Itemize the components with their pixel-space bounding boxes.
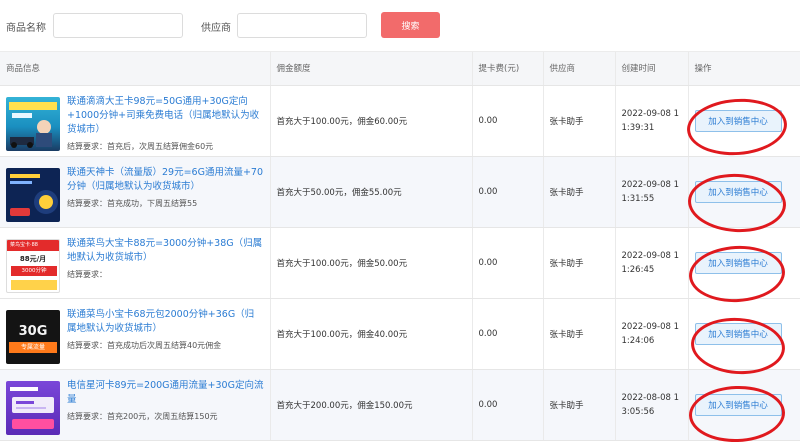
- product-cell: 30G 专属流量 联通菜鸟小宝卡68元包2000分钟+36G（归属地默认为收货城…: [0, 298, 271, 370]
- product-cell: 联通滴滴大王卡98元=50G通用+30G定向+1000分钟+司乘免费电话（归属地…: [0, 85, 271, 157]
- fee-cell: 0.00: [472, 298, 544, 370]
- supplier-cell: 张卡助手: [543, 156, 616, 228]
- add-to-sales-center-button[interactable]: 加入到销售中心: [694, 251, 782, 274]
- header-action: 操作: [688, 52, 800, 86]
- fee-cell: 0.00: [472, 156, 544, 228]
- commission-cell: 首充大于100.00元，佣金50.00元: [270, 227, 473, 299]
- product-title-link[interactable]: 电信星河卡89元=200G通用流量+30G定向流量: [67, 379, 264, 407]
- supplier-cell: 张卡助手: [543, 298, 616, 370]
- search-button[interactable]: 搜索: [381, 12, 440, 38]
- table-row: 联通天神卡（流量版）29元=6G通用流量+70分钟（归属地默认为收货城市） 结算…: [0, 156, 800, 228]
- fee-cell: 0.00: [472, 227, 544, 299]
- product-thumbnail: [6, 381, 60, 435]
- product-cell: 菜鸟宝卡·88 88元/月 3000分钟 联通菜鸟大宝卡88元=3000分钟+3…: [0, 227, 271, 299]
- product-title-link[interactable]: 联通菜鸟小宝卡68元包2000分钟+36G（归属地默认为收货城市）: [67, 308, 264, 336]
- search-bar: 商品名称 供应商 搜索: [0, 0, 800, 52]
- supplier-label: 供应商: [201, 23, 231, 34]
- created-time: 2022-09-08 11:24:06: [621, 321, 680, 346]
- settlement-requirement: 结算要求：首充后，次周五结算佣金60元: [67, 141, 214, 151]
- settlement-requirement: 结算要求：: [67, 270, 107, 279]
- product-title-link[interactable]: 联通滴滴大王卡98元=50G通用+30G定向+1000分钟+司乘免费电话（归属地…: [67, 95, 264, 137]
- product-cell: 联通天神卡（流量版）29元=6G通用流量+70分钟（归属地默认为收货城市） 结算…: [0, 156, 271, 228]
- commission-cell: 首充大于100.00元，佣金60.00元: [270, 85, 473, 157]
- fee-cell: 0.00: [472, 85, 544, 157]
- add-to-sales-center-button[interactable]: 加入到销售中心: [694, 180, 782, 203]
- table-row: 菜鸟宝卡·88 88元/月 3000分钟 联通菜鸟大宝卡88元=3000分钟+3…: [0, 227, 800, 299]
- created-time: 2022-09-08 11:26:45: [621, 250, 680, 275]
- header-commission: 佣金额度: [270, 52, 473, 86]
- table-header: 商品信息 佣金额度 提卡费(元) 供应商 创建时间 操作: [0, 52, 800, 86]
- header-product-info: 商品信息: [0, 52, 271, 86]
- action-cell: 加入到销售中心: [688, 369, 800, 441]
- product-thumbnail: 30G 专属流量: [6, 310, 60, 364]
- created-cell: 2022-09-08 11:31:55: [615, 156, 689, 228]
- product-thumbnail: [6, 168, 60, 222]
- action-cell: 加入到销售中心: [688, 227, 800, 299]
- supplier-cell: 张卡助手: [543, 369, 616, 441]
- product-thumbnail: 菜鸟宝卡·88 88元/月 3000分钟: [6, 239, 60, 293]
- commission-cell: 首充大于50.00元，佣金55.00元: [270, 156, 473, 228]
- add-to-sales-center-button[interactable]: 加入到销售中心: [694, 393, 782, 416]
- add-to-sales-center-button[interactable]: 加入到销售中心: [694, 109, 782, 132]
- settlement-requirement: 结算要求：首充成功，下周五结算55: [67, 199, 198, 208]
- supplier-cell: 张卡助手: [543, 227, 616, 299]
- created-cell: 2022-08-08 13:05:56: [615, 369, 689, 441]
- header-fee: 提卡费(元): [472, 52, 544, 86]
- created-time: 2022-09-08 11:39:31: [621, 108, 680, 133]
- supplier-cell: 张卡助手: [543, 85, 616, 157]
- add-to-sales-center-button[interactable]: 加入到销售中心: [694, 322, 782, 345]
- product-table: 商品信息 佣金额度 提卡费(元) 供应商 创建时间 操作 联通滴滴大王卡98元=…: [0, 52, 800, 441]
- table-row: 电信星河卡89元=200G通用流量+30G定向流量 结算要求：首充200元，次周…: [0, 369, 800, 441]
- supplier-input[interactable]: [237, 13, 367, 38]
- product-thumbnail: [6, 96, 60, 151]
- created-cell: 2022-09-08 11:24:06: [615, 298, 689, 370]
- commission-cell: 首充大于100.00元，佣金40.00元: [270, 298, 473, 370]
- product-title-link[interactable]: 联通天神卡（流量版）29元=6G通用流量+70分钟（归属地默认为收货城市）: [67, 166, 264, 194]
- table-row: 联通滴滴大王卡98元=50G通用+30G定向+1000分钟+司乘免费电话（归属地…: [0, 85, 800, 157]
- product-cell: 电信星河卡89元=200G通用流量+30G定向流量 结算要求：首充200元，次周…: [0, 369, 271, 441]
- commission-cell: 首充大于200.00元，佣金150.00元: [270, 369, 473, 441]
- action-cell: 加入到销售中心: [688, 156, 800, 228]
- table-row: 30G 专属流量 联通菜鸟小宝卡68元包2000分钟+36G（归属地默认为收货城…: [0, 298, 800, 370]
- fee-cell: 0.00: [472, 369, 544, 441]
- header-created: 创建时间: [615, 52, 689, 86]
- created-time: 2022-09-08 11:31:55: [621, 179, 680, 204]
- header-supplier: 供应商: [543, 52, 616, 86]
- product-title-link[interactable]: 联通菜鸟大宝卡88元=3000分钟+38G（归属地默认为收货城市）: [67, 237, 264, 265]
- action-cell: 加入到销售中心: [688, 85, 800, 157]
- created-cell: 2022-09-08 11:26:45: [615, 227, 689, 299]
- product-name-label: 商品名称: [6, 23, 46, 34]
- action-cell: 加入到销售中心: [688, 298, 800, 370]
- settlement-requirement: 结算要求：首充200元，次周五结算150元: [67, 412, 218, 421]
- created-cell: 2022-09-08 11:39:31: [615, 85, 689, 157]
- created-time: 2022-08-08 13:05:56: [621, 392, 680, 417]
- settlement-requirement: 结算要求：首充成功后次周五结算40元佣金: [67, 341, 222, 350]
- product-name-input[interactable]: [53, 13, 183, 38]
